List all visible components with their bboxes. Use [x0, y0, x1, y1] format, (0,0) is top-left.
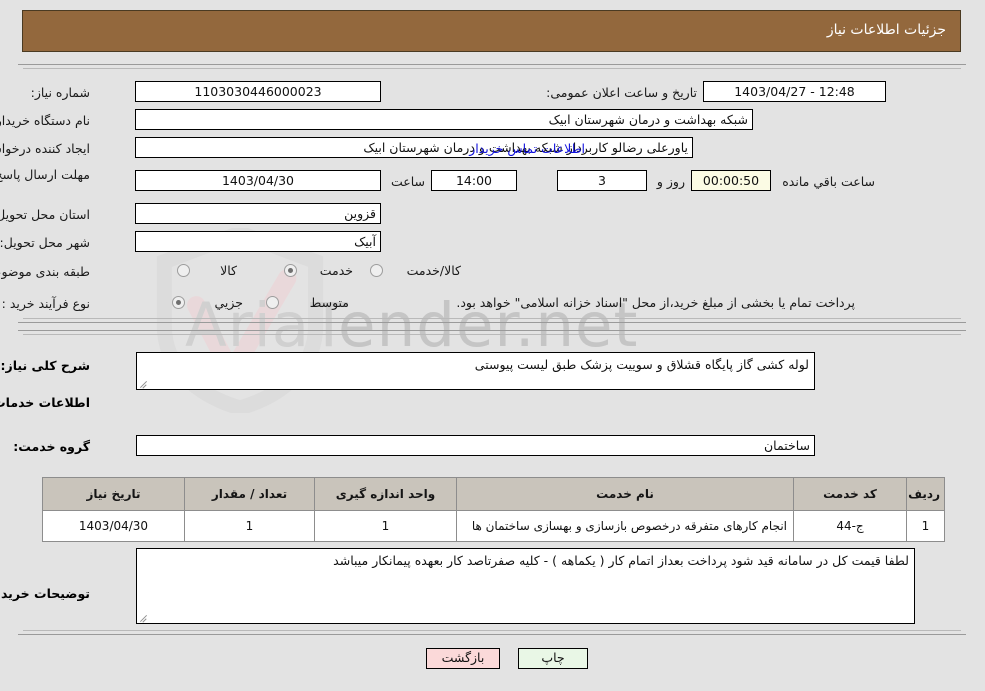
resize-grip-icon-2[interactable] [139, 612, 149, 622]
buyer-notes-value: لطفا قیمت کل در سامانه قید شود پرداخت بع… [333, 553, 909, 568]
cell-quantity: 1 [184, 510, 315, 542]
label-service-group: گروه خدمت: [13, 439, 90, 454]
label-need-summary: شرح کلی نیاز: [0, 358, 90, 373]
radio-label-purchase-medium[interactable]: متوسط [310, 295, 349, 310]
label-province: استان محل تحویل: [0, 207, 90, 222]
province-field[interactable]: قزوین [135, 203, 381, 224]
cell-need-date: 1403/04/30 [42, 510, 185, 542]
label-purchase-type: نوع فرآیند خرید : [1, 296, 90, 311]
label-city: شهر محل تحویل: [0, 235, 90, 250]
cell-service-name: انجام کارهای متفرقه درخصوص بازسازی و بهس… [456, 510, 794, 542]
panel-inner-border [23, 68, 961, 319]
back-button[interactable]: بازگشت [426, 648, 500, 669]
announce-datetime-field[interactable]: 1403/04/27 - 12:48 [703, 81, 886, 102]
payment-note: پرداخت تمام یا بخشی از مبلغ خرید،از محل … [456, 295, 855, 310]
label-announce-datetime: تاریخ و ساعت اعلان عمومی: [546, 85, 697, 100]
need-details-page: AriaTender.net جزئیات اطلاعات نیاز شماره… [0, 0, 985, 691]
label-classification: طبقه بندی موضوعی: [0, 264, 90, 279]
th-service-code: کد خدمت [793, 477, 907, 511]
cell-unit: 1 [314, 510, 457, 542]
cell-service-code: ج-44 [793, 510, 907, 542]
remaining-days-field[interactable]: 3 [557, 170, 647, 191]
th-service-name: نام خدمت [456, 477, 794, 511]
remaining-timer-field: 00:00:50 [691, 170, 771, 191]
label-need-number: شماره نیاز: [30, 85, 90, 100]
label-deadline: مهلت ارسال پاسخ: تا تاریخ: [0, 167, 90, 182]
th-need-date: تاریخ نیاز [42, 477, 185, 511]
label-day-and: روز و [656, 174, 685, 189]
label-buyer-org: نام دستگاه خریدار: [0, 113, 90, 128]
need-summary-textarea[interactable]: لوله کشی گاز پایگاه قشلاق و سوییت پزشک ط… [136, 352, 815, 390]
radio-classification-service[interactable] [284, 264, 297, 277]
radio-label-purchase-minor[interactable]: جزیي [214, 295, 243, 310]
radio-purchase-medium[interactable] [266, 296, 279, 309]
resize-grip-icon[interactable] [139, 378, 149, 388]
page-header: جزئیات اطلاعات نیاز [22, 10, 961, 52]
th-unit: واحد اندازه گیری [314, 477, 457, 511]
need-number-field[interactable]: 1103030446000023 [135, 81, 381, 102]
cell-row-no: 1 [906, 510, 945, 542]
page-title: جزئیات اطلاعات نیاز [826, 22, 946, 38]
label-requester: ایجاد کننده درخواست: [0, 141, 90, 156]
need-info-panel [18, 64, 966, 323]
services-heading: اطلاعات خدمات مورد نیاز [0, 395, 90, 410]
buyer-notes-textarea[interactable]: لطفا قیمت کل در سامانه قید شود پرداخت بع… [136, 548, 915, 624]
radio-classification-goods-service[interactable] [370, 264, 383, 277]
deadline-date-field[interactable]: 1403/04/30 [135, 170, 381, 191]
th-quantity: تعداد / مقدار [184, 477, 315, 511]
buyer-org-field[interactable]: شبکه بهداشت و درمان شهرستان ابیک [135, 109, 753, 130]
services-table: ردیف کد خدمت نام خدمت واحد اندازه گیری ت… [42, 477, 945, 542]
requester-field[interactable]: یاورعلی رضالو کاربرداز شبکه بهداشت و درم… [135, 137, 693, 158]
deadline-hour-field[interactable]: 14:00 [431, 170, 517, 191]
service-group-field[interactable]: ساختمان [136, 435, 815, 456]
label-hour: ساعت [390, 174, 425, 189]
buyer-contact-link[interactable]: اطلاعات تماس خریدار [469, 141, 585, 156]
th-row-no: ردیف [906, 477, 945, 511]
print-button[interactable]: چاپ [518, 648, 588, 669]
need-summary-value: لوله کشی گاز پایگاه قشلاق و سوییت پزشک ط… [474, 357, 809, 372]
city-field[interactable]: آبیک [135, 231, 381, 252]
label-buyer-notes: توضیحات خریدار: [0, 586, 90, 601]
label-hours-remaining: ساعت باقي مانده [782, 174, 875, 189]
radio-purchase-minor[interactable] [172, 296, 185, 309]
table-header-row: ردیف کد خدمت نام خدمت واحد اندازه گیری ت… [42, 477, 945, 511]
radio-label-classification-service[interactable]: خدمت [320, 263, 353, 278]
radio-classification-goods[interactable] [177, 264, 190, 277]
radio-label-classification-goods[interactable]: کالا [220, 263, 237, 278]
radio-label-classification-goods-service[interactable]: کالا/خدمت [407, 263, 461, 278]
table-row: 1 ج-44 انجام کارهای متفرقه درخصوص بازساز… [42, 510, 945, 542]
